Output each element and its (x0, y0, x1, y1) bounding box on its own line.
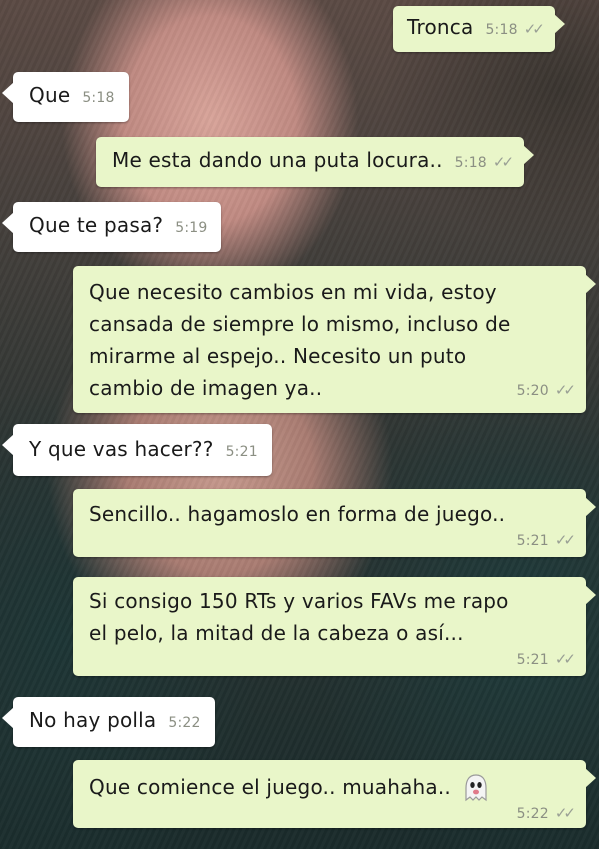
message-outgoing[interactable]: Sencillo.. hagamoslo en forma de juego..… (73, 489, 596, 557)
message-text-line: cambio de imagen ya.. (89, 376, 323, 400)
message-outgoing[interactable]: Me esta dando una puta locura.. 5:18 ✓✓ (96, 137, 535, 187)
message-outgoing[interactable]: Si consigo 150 RTs y varios FAVs me rapo… (73, 577, 596, 676)
read-receipt-icon: ✓✓ (554, 804, 576, 822)
message-text-line: cansada de siempre lo mismo, incluso de (89, 312, 511, 336)
message-time: 5:19 (175, 220, 208, 236)
message-text: Me esta dando una puta locura.. (112, 148, 443, 172)
message-text-line: Que necesito cambios en mi vida, estoy (89, 280, 497, 304)
message-time: 5:21 (225, 444, 258, 460)
message-outgoing[interactable]: Que necesito cambios en mi vida, estoy c… (73, 266, 596, 413)
message-text-line: mirarme al espejo.. Necesito un puto (89, 344, 467, 368)
message-text: Y que vas hacer?? (29, 437, 214, 461)
message-text: Tronca (407, 15, 474, 39)
message-text: Que (29, 83, 71, 107)
message-time: 5:21 ✓✓ (516, 531, 576, 549)
read-receipt-icon: ✓✓ (492, 153, 514, 171)
message-time: 5:18 ✓✓ (455, 147, 514, 179)
message-time: 5:21 ✓✓ (516, 650, 576, 668)
message-time: 5:22 (168, 715, 201, 731)
message-time: 5:20 ✓✓ (517, 374, 576, 407)
message-text: No hay polla (29, 708, 157, 732)
message-time: 5:22 ✓✓ (516, 804, 576, 822)
message-text-line: Si consigo 150 RTs y varios FAVs me rapo (89, 589, 509, 613)
read-receipt-icon: ✓✓ (554, 650, 576, 668)
message-time: 5:18 (82, 90, 115, 106)
read-receipt-icon: ✓✓ (554, 381, 576, 399)
message-outgoing[interactable]: Que comience el juego.. muahaha.. 5:22 ✓✓ (73, 760, 596, 828)
message-text: Sencillo.. hagamoslo en forma de juego.. (89, 502, 506, 526)
message-text-line: el pelo, la mitad de la cabeza o así... (89, 621, 464, 645)
ghost-emoji-icon (465, 773, 487, 801)
message-incoming[interactable]: Y que vas hacer?? 5:21 (2, 424, 272, 476)
message-time: 5:18 ✓✓ (485, 14, 545, 46)
message-incoming[interactable]: Que te pasa? 5:19 (1, 202, 222, 252)
message-text: Que comience el juego.. muahaha.. (89, 775, 451, 799)
read-receipt-icon: ✓✓ (554, 531, 576, 549)
message-incoming[interactable]: No hay polla 5:22 (2, 697, 215, 747)
message-text: Que te pasa? (29, 213, 164, 237)
read-receipt-icon: ✓✓ (523, 20, 545, 38)
message-outgoing[interactable]: Tronca 5:18 ✓✓ (393, 6, 565, 52)
message-incoming[interactable]: Que 5:18 (2, 72, 129, 122)
